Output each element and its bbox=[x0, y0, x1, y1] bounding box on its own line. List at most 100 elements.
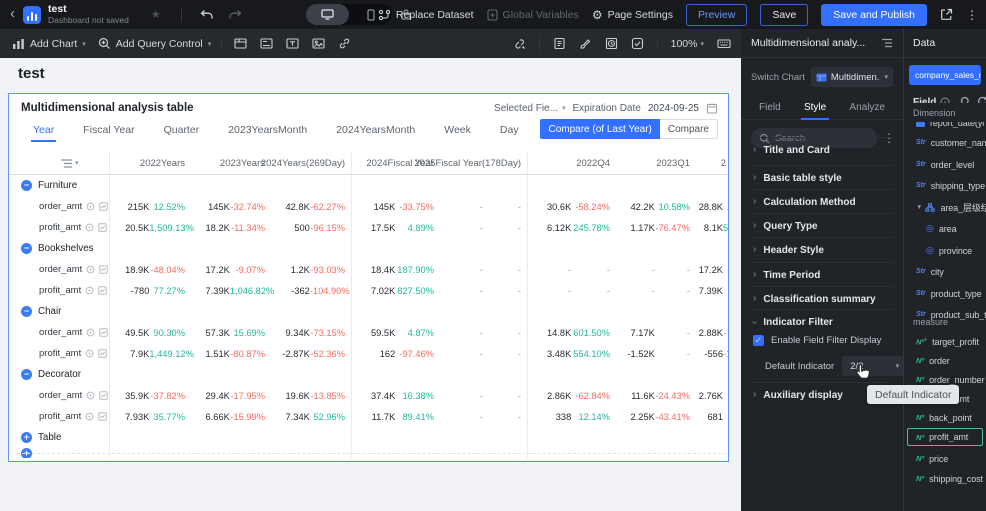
drill-icon[interactable] bbox=[85, 349, 94, 358]
preview-button[interactable]: Preview bbox=[685, 3, 748, 26]
column-header[interactable]: 2023Q1 bbox=[616, 152, 696, 175]
dashboard-canvas[interactable]: test Multidimensional analysis table Sel… bbox=[0, 58, 741, 511]
collapse-icon[interactable]: − bbox=[21, 243, 32, 254]
calendar-icon[interactable] bbox=[706, 102, 718, 114]
field-item-target_profit[interactable]: Nº+ target_profit bbox=[904, 332, 986, 351]
mini-chart-icon[interactable] bbox=[98, 412, 107, 421]
mini-chart-icon[interactable] bbox=[98, 349, 107, 358]
drill-icon[interactable] bbox=[86, 265, 95, 274]
field-item-order_level[interactable]: Str order_level bbox=[904, 155, 986, 174]
field-item-back_point[interactable]: Nº back_point bbox=[904, 408, 986, 427]
page-settings-button[interactable]: ⚙ Page Settings bbox=[592, 9, 673, 21]
field-item-price[interactable]: Nº price bbox=[904, 449, 986, 468]
field-item-product_type[interactable]: Str product_type bbox=[904, 284, 986, 303]
card-tab-2023yearsmonth[interactable]: 2023YearsMonth bbox=[228, 124, 307, 136]
more-menu-icon[interactable]: ⋮ bbox=[966, 8, 978, 22]
search-fields-icon[interactable] bbox=[960, 96, 971, 107]
chevron-down-icon[interactable]: ▼ bbox=[916, 204, 922, 211]
field-item-product_sub_ty[interactable]: Str product_sub_ty bbox=[904, 305, 986, 324]
undo-icon[interactable] bbox=[200, 9, 213, 21]
config-section-time-period[interactable]: › Time Period bbox=[753, 269, 820, 281]
config-section-calculation-method[interactable]: › Calculation Method bbox=[753, 196, 856, 208]
config-section-title-and-card[interactable]: › Title and Card bbox=[753, 144, 830, 156]
mini-chart-icon[interactable] bbox=[99, 265, 109, 274]
share-export-icon[interactable] bbox=[940, 8, 953, 21]
mini-chart-icon[interactable] bbox=[99, 202, 109, 211]
add-query-control-button[interactable]: Add Query Control ▾ bbox=[98, 37, 211, 50]
field-item-report_date(yr[interactable]: report_date(yr bbox=[904, 113, 986, 132]
refresh-fields-icon[interactable] bbox=[977, 96, 986, 107]
save-button[interactable]: Save bbox=[760, 3, 809, 26]
config-section-query-type[interactable]: › Query Type bbox=[753, 220, 818, 232]
expand-icon[interactable]: + bbox=[21, 432, 32, 443]
card-tab-2024yearsmonth[interactable]: 2024YearsMonth bbox=[336, 124, 415, 136]
compare-last-year-button[interactable]: Compare (of Last Year) bbox=[540, 119, 660, 139]
card-tab-fiscal-year[interactable]: Fiscal Year bbox=[83, 124, 134, 136]
field-item-customer_name[interactable]: Strcustomer_name bbox=[904, 133, 986, 152]
selected-fields-dropdown[interactable]: Selected Fie... ▾ bbox=[494, 103, 565, 114]
tab-component-icon[interactable] bbox=[234, 37, 247, 50]
field-filter-checkbox[interactable]: ✓ bbox=[753, 335, 764, 346]
row-dimension-icon[interactable] bbox=[61, 158, 72, 168]
link-component-icon[interactable] bbox=[338, 37, 351, 50]
config-section-indicator-filter[interactable]: › Indicator Filter bbox=[749, 317, 833, 328]
expiration-date[interactable]: 2024-09-25 bbox=[648, 103, 699, 114]
config-section-classification-summary[interactable]: › Classification summary bbox=[753, 293, 876, 305]
keyboard-icon[interactable] bbox=[717, 37, 731, 50]
add-chart-button[interactable]: Add Chart ▾ bbox=[12, 38, 86, 50]
field-item-city[interactable]: Str city bbox=[904, 262, 986, 281]
zoom-level-dropdown[interactable]: 100% ▾ bbox=[671, 38, 704, 50]
checkbox-icon[interactable] bbox=[631, 37, 644, 50]
field-item-shipping_type[interactable]: Str shipping_type bbox=[904, 176, 986, 195]
drill-icon[interactable] bbox=[86, 328, 95, 337]
default-indicator-dropdown[interactable]: 2/2 ▾ bbox=[842, 356, 905, 376]
config-section-basic-table-style[interactable]: › Basic table style bbox=[753, 172, 842, 184]
field-item-area[interactable]: ◎ area bbox=[904, 219, 986, 238]
format-brush-icon[interactable] bbox=[579, 37, 592, 50]
drill-icon[interactable] bbox=[85, 286, 94, 295]
field-item-area_层级结构[interactable]: ▼area_层级结构 bbox=[904, 198, 986, 217]
column-header[interactable]: 2025Fiscal Year(178Day) bbox=[414, 152, 528, 175]
collapse-icon[interactable]: − bbox=[21, 369, 32, 380]
field-item-shipping_cost[interactable]: Nº shipping_cost bbox=[904, 469, 986, 488]
card-tab-week[interactable]: Week bbox=[444, 124, 471, 136]
drill-icon[interactable] bbox=[86, 202, 95, 211]
drill-icon[interactable] bbox=[85, 223, 94, 232]
card-tab-year[interactable]: Year bbox=[30, 124, 57, 142]
card-tab-day[interactable]: Day bbox=[500, 124, 519, 136]
column-header[interactable]: 2024Years(269Day) bbox=[261, 152, 352, 175]
save-publish-button[interactable]: Save and Publish bbox=[821, 3, 927, 26]
column-header[interactable]: 2 bbox=[696, 152, 728, 175]
note-icon[interactable] bbox=[553, 37, 566, 50]
drill-icon[interactable] bbox=[85, 412, 94, 421]
field-item-profit_amt[interactable]: Nº profit_amt bbox=[907, 428, 983, 446]
column-header[interactable]: 2022Q4 bbox=[528, 152, 616, 175]
field-item-province[interactable]: ◎ province bbox=[904, 241, 986, 260]
dataset-selector[interactable]: company_sales_r... bbox=[909, 65, 981, 85]
card-component-icon[interactable] bbox=[260, 37, 273, 50]
replace-dataset-button[interactable]: Replace Dataset bbox=[378, 9, 474, 21]
mini-chart-icon[interactable] bbox=[99, 391, 109, 400]
global-variables-button[interactable]: Global Variables bbox=[486, 9, 579, 21]
column-header[interactable]: 2023Years bbox=[191, 152, 271, 175]
field-item-order[interactable]: Nº order bbox=[904, 351, 986, 370]
hyperlink-icon[interactable] bbox=[513, 37, 526, 50]
desktop-icon[interactable] bbox=[306, 4, 349, 25]
text-component-icon[interactable] bbox=[286, 37, 299, 50]
image-component-icon[interactable] bbox=[312, 37, 325, 50]
collapse-icon[interactable]: − bbox=[21, 306, 32, 317]
mini-chart-icon[interactable] bbox=[98, 286, 107, 295]
compare-button[interactable]: Compare bbox=[659, 119, 718, 139]
chart-card[interactable]: Multidimensional analysis table Selected… bbox=[8, 93, 729, 462]
favorite-star-icon[interactable]: ★ bbox=[151, 8, 161, 21]
config-section-auxiliary-display[interactable]: › Auxiliary display bbox=[753, 389, 843, 401]
mini-chart-icon[interactable] bbox=[99, 328, 109, 337]
redo-icon[interactable] bbox=[229, 9, 242, 21]
mini-chart-icon[interactable] bbox=[98, 223, 107, 232]
column-header[interactable]: 2022Years bbox=[110, 152, 191, 175]
drill-icon[interactable] bbox=[86, 391, 95, 400]
history-icon[interactable] bbox=[605, 37, 618, 50]
card-tab-quarter[interactable]: Quarter bbox=[164, 124, 200, 136]
collapse-icon[interactable]: − bbox=[21, 180, 32, 191]
config-section-header-style[interactable]: › Header Style bbox=[753, 244, 824, 256]
